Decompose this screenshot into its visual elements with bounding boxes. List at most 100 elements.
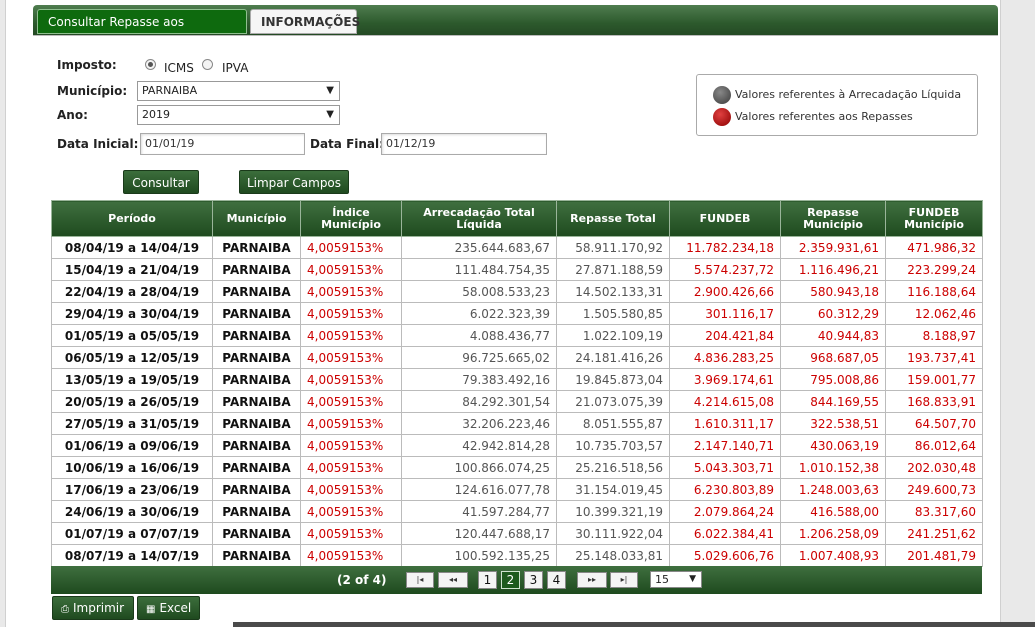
cell-indice: 4,0059153% xyxy=(300,522,402,545)
radio-ipva[interactable] xyxy=(202,59,213,70)
limpar-campos-button[interactable]: Limpar Campos xyxy=(239,170,349,194)
page-size-select[interactable]: 15 ▼ xyxy=(650,571,702,588)
tab-informacoes[interactable]: INFORMAÇÕES xyxy=(250,9,360,34)
table-header-row: Período Município Índice Município Arrec… xyxy=(51,200,983,237)
cell-municipio: PARNAIBA xyxy=(212,346,301,369)
cell-repasse-municipio: 60.312,29 xyxy=(780,302,886,325)
header-indice-municipio[interactable]: Índice Município xyxy=(300,200,402,237)
page-3-button[interactable]: 3 xyxy=(524,571,543,589)
header-fundeb-municipio[interactable]: FUNDEB Município xyxy=(885,200,983,237)
cell-indice: 4,0059153% xyxy=(300,324,402,347)
cell-fundeb-municipio: 201.481,79 xyxy=(885,544,983,567)
prev-page-button[interactable]: ◂◂ xyxy=(438,572,468,588)
cell-periodo: 17/06/19 a 23/06/19 xyxy=(51,478,213,501)
cell-municipio: PARNAIBA xyxy=(212,302,301,325)
cell-repasse-municipio: 322.538,51 xyxy=(780,412,886,435)
cell-repasse-municipio: 1.206.258,09 xyxy=(780,522,886,545)
municipio-select[interactable]: PARNAIBA ▼ xyxy=(137,81,340,101)
cell-periodo: 20/05/19 a 26/05/19 xyxy=(51,390,213,413)
table-row: 13/05/19 a 19/05/19 PARNAIBA 4,0059153% 79.… xyxy=(51,368,983,391)
cell-fundeb-municipio: 159.001,77 xyxy=(885,368,983,391)
cell-arrecadacao: 79.383.492,16 xyxy=(401,368,557,391)
radio-icms-label: ICMS xyxy=(164,61,194,75)
cell-fundeb: 5.029.606,76 xyxy=(669,544,781,567)
cell-repasse-total: 25.216.518,56 xyxy=(556,456,670,479)
page-4-button[interactable]: 4 xyxy=(547,571,566,589)
tab-consultar-repasse[interactable]: Consultar Repasse aos Municípios xyxy=(37,9,247,54)
cell-fundeb: 6.230.803,89 xyxy=(669,478,781,501)
cell-fundeb: 5.574.237,72 xyxy=(669,258,781,281)
cell-repasse-municipio: 430.063,19 xyxy=(780,434,886,457)
printer-icon: ⎙ xyxy=(61,604,69,615)
header-repasse-total[interactable]: Repasse Total xyxy=(556,200,670,237)
cell-fundeb-municipio: 83.317,60 xyxy=(885,500,983,523)
next-page-button[interactable]: ▸▸ xyxy=(577,572,607,588)
cell-fundeb-municipio: 168.833,91 xyxy=(885,390,983,413)
header-municipio[interactable]: Município xyxy=(212,200,301,237)
first-page-button[interactable]: |◂ xyxy=(406,572,434,588)
table-row: 24/06/19 a 30/06/19 PARNAIBA 4,0059153% 41.… xyxy=(51,500,983,523)
imprimir-button[interactable]: ⎙ Imprimir xyxy=(52,596,134,620)
cell-repasse-total: 30.111.922,04 xyxy=(556,522,670,545)
page-1-button[interactable]: 1 xyxy=(478,571,497,589)
page-2-button[interactable]: 2 xyxy=(501,571,520,589)
excel-button[interactable]: ▦ Excel xyxy=(137,596,200,620)
cell-repasse-total: 21.073.075,39 xyxy=(556,390,670,413)
cell-indice: 4,0059153% xyxy=(300,434,402,457)
cell-arrecadacao: 124.616.077,78 xyxy=(401,478,557,501)
cell-fundeb: 204.421,84 xyxy=(669,324,781,347)
cell-periodo: 01/07/19 a 07/07/19 xyxy=(51,522,213,545)
cell-repasse-municipio: 968.687,05 xyxy=(780,346,886,369)
table-icon: ▦ xyxy=(146,604,156,615)
legend-box: Valores referentes à Arrecadação Líquida… xyxy=(696,74,978,136)
last-page-button[interactable]: ▸| xyxy=(610,572,638,588)
cell-arrecadacao: 235.644.683,67 xyxy=(401,236,557,259)
cell-repasse-total: 58.911.170,92 xyxy=(556,236,670,259)
cell-fundeb-municipio: 471.986,32 xyxy=(885,236,983,259)
radio-icms[interactable] xyxy=(145,59,156,70)
table-row: 01/07/19 a 07/07/19 PARNAIBA 4,0059153% 120… xyxy=(51,522,983,545)
cell-repasse-total: 27.871.188,59 xyxy=(556,258,670,281)
cell-arrecadacao: 96.725.665,02 xyxy=(401,346,557,369)
ano-select[interactable]: 2019 ▼ xyxy=(137,105,340,125)
cell-repasse-municipio: 40.944,83 xyxy=(780,324,886,347)
cell-repasse-municipio: 795.008,86 xyxy=(780,368,886,391)
bottom-scroll-strip xyxy=(233,622,1035,627)
header-fundeb[interactable]: FUNDEB xyxy=(669,200,781,237)
header-repasse-municipio[interactable]: Repasse Município xyxy=(780,200,886,237)
data-inicial-input[interactable]: 01/01/19 xyxy=(140,133,305,155)
table-row: 20/05/19 a 26/05/19 PARNAIBA 4,0059153% 84.… xyxy=(51,390,983,413)
cell-arrecadacao: 41.597.284,77 xyxy=(401,500,557,523)
cell-repasse-total: 19.845.873,04 xyxy=(556,368,670,391)
cell-municipio: PARNAIBA xyxy=(212,258,301,281)
imposto-label: Imposto: xyxy=(57,58,117,72)
cell-repasse-municipio: 1.248.003,63 xyxy=(780,478,886,501)
red-dot-icon xyxy=(713,108,731,126)
excel-label: Excel xyxy=(159,601,192,615)
tab-bar: Consultar Repasse aos Municípios INFORMA… xyxy=(33,5,998,54)
cell-indice: 4,0059153% xyxy=(300,236,402,259)
table-row: 06/05/19 a 12/05/19 PARNAIBA 4,0059153% 96.… xyxy=(51,346,983,369)
gray-dot-icon xyxy=(713,86,731,104)
cell-arrecadacao: 100.592.135,25 xyxy=(401,544,557,567)
table-row: 29/04/19 a 30/04/19 PARNAIBA 4,0059153% 6.0… xyxy=(51,302,983,325)
cell-fundeb: 3.969.174,61 xyxy=(669,368,781,391)
data-inicial-label: Data Inicial: xyxy=(57,137,139,151)
cell-indice: 4,0059153% xyxy=(300,346,402,369)
municipio-label: Município: xyxy=(57,84,128,98)
header-arrecadacao-total[interactable]: Arrecadação Total Líquida xyxy=(401,200,557,237)
consultar-button[interactable]: Consultar xyxy=(123,170,199,194)
municipio-select-value: PARNAIBA xyxy=(142,84,198,97)
cell-indice: 4,0059153% xyxy=(300,390,402,413)
cell-arrecadacao: 84.292.301,54 xyxy=(401,390,557,413)
cell-fundeb: 1.610.311,17 xyxy=(669,412,781,435)
data-final-input[interactable]: 01/12/19 xyxy=(381,133,547,155)
table-row: 27/05/19 a 31/05/19 PARNAIBA 4,0059153% 32.… xyxy=(51,412,983,435)
header-periodo[interactable]: Período xyxy=(51,200,213,237)
cell-indice: 4,0059153% xyxy=(300,368,402,391)
cell-periodo: 24/06/19 a 30/06/19 xyxy=(51,500,213,523)
cell-repasse-total: 10.735.703,57 xyxy=(556,434,670,457)
table-row: 08/04/19 a 14/04/19 PARNAIBA 4,0059153% 235… xyxy=(51,236,983,259)
cell-municipio: PARNAIBA xyxy=(212,544,301,567)
cell-fundeb: 301.116,17 xyxy=(669,302,781,325)
